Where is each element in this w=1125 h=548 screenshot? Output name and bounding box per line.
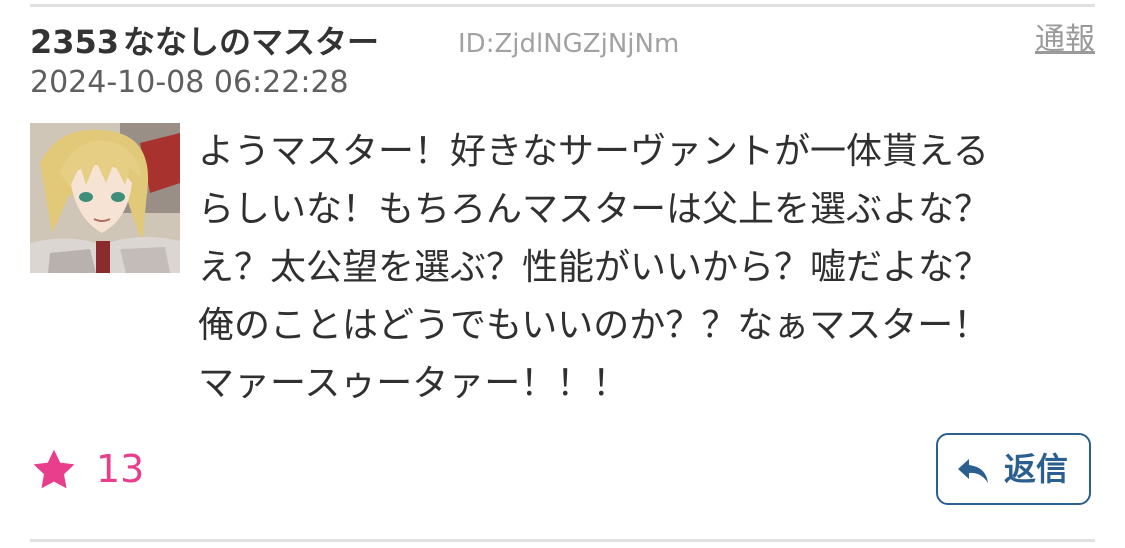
post-timestamp: 2024-10-08 06:22:28 xyxy=(30,65,349,100)
star-icon xyxy=(33,449,75,489)
message-line: 俺のことはどうでもいいのか？？なぁマスター！ xyxy=(198,305,990,346)
reply-label: 返信 xyxy=(1004,450,1069,488)
author-name: ななしのマスター xyxy=(123,23,380,61)
post-number: 2353 xyxy=(30,23,120,61)
post-card: 2353 ななしのマスター ID:ZjdlNGZjNjNm 通報 2024-10… xyxy=(30,0,1095,548)
report-link[interactable]: 通報 xyxy=(1035,22,1095,58)
message-line: マァースゥータァー！！！ xyxy=(198,363,629,404)
top-divider xyxy=(30,4,1095,7)
message-line: え？太公望を選ぶ？性能がいいから？嘘だよな？ xyxy=(198,247,991,288)
post-message: ようマスター！好きなサーヴァントが一体貰える らしいな！もちろんマスターは父上を… xyxy=(198,123,1078,413)
message-line: ようマスター！好きなサーヴァントが一体貰える xyxy=(198,131,989,172)
post-header: 2353 ななしのマスター ID:ZjdlNGZjNjNm 通報 xyxy=(30,22,1095,62)
reply-arrow-icon xyxy=(958,459,988,483)
character-avatar xyxy=(30,123,180,273)
like-count: 13 xyxy=(96,447,145,491)
bottom-divider xyxy=(30,539,1095,542)
message-line: らしいな！もちろんマスターは父上を選ぶよな？ xyxy=(198,189,991,230)
user-id: ID:ZjdlNGZjNjNm xyxy=(458,29,680,59)
reply-button[interactable]: 返信 xyxy=(936,433,1091,505)
